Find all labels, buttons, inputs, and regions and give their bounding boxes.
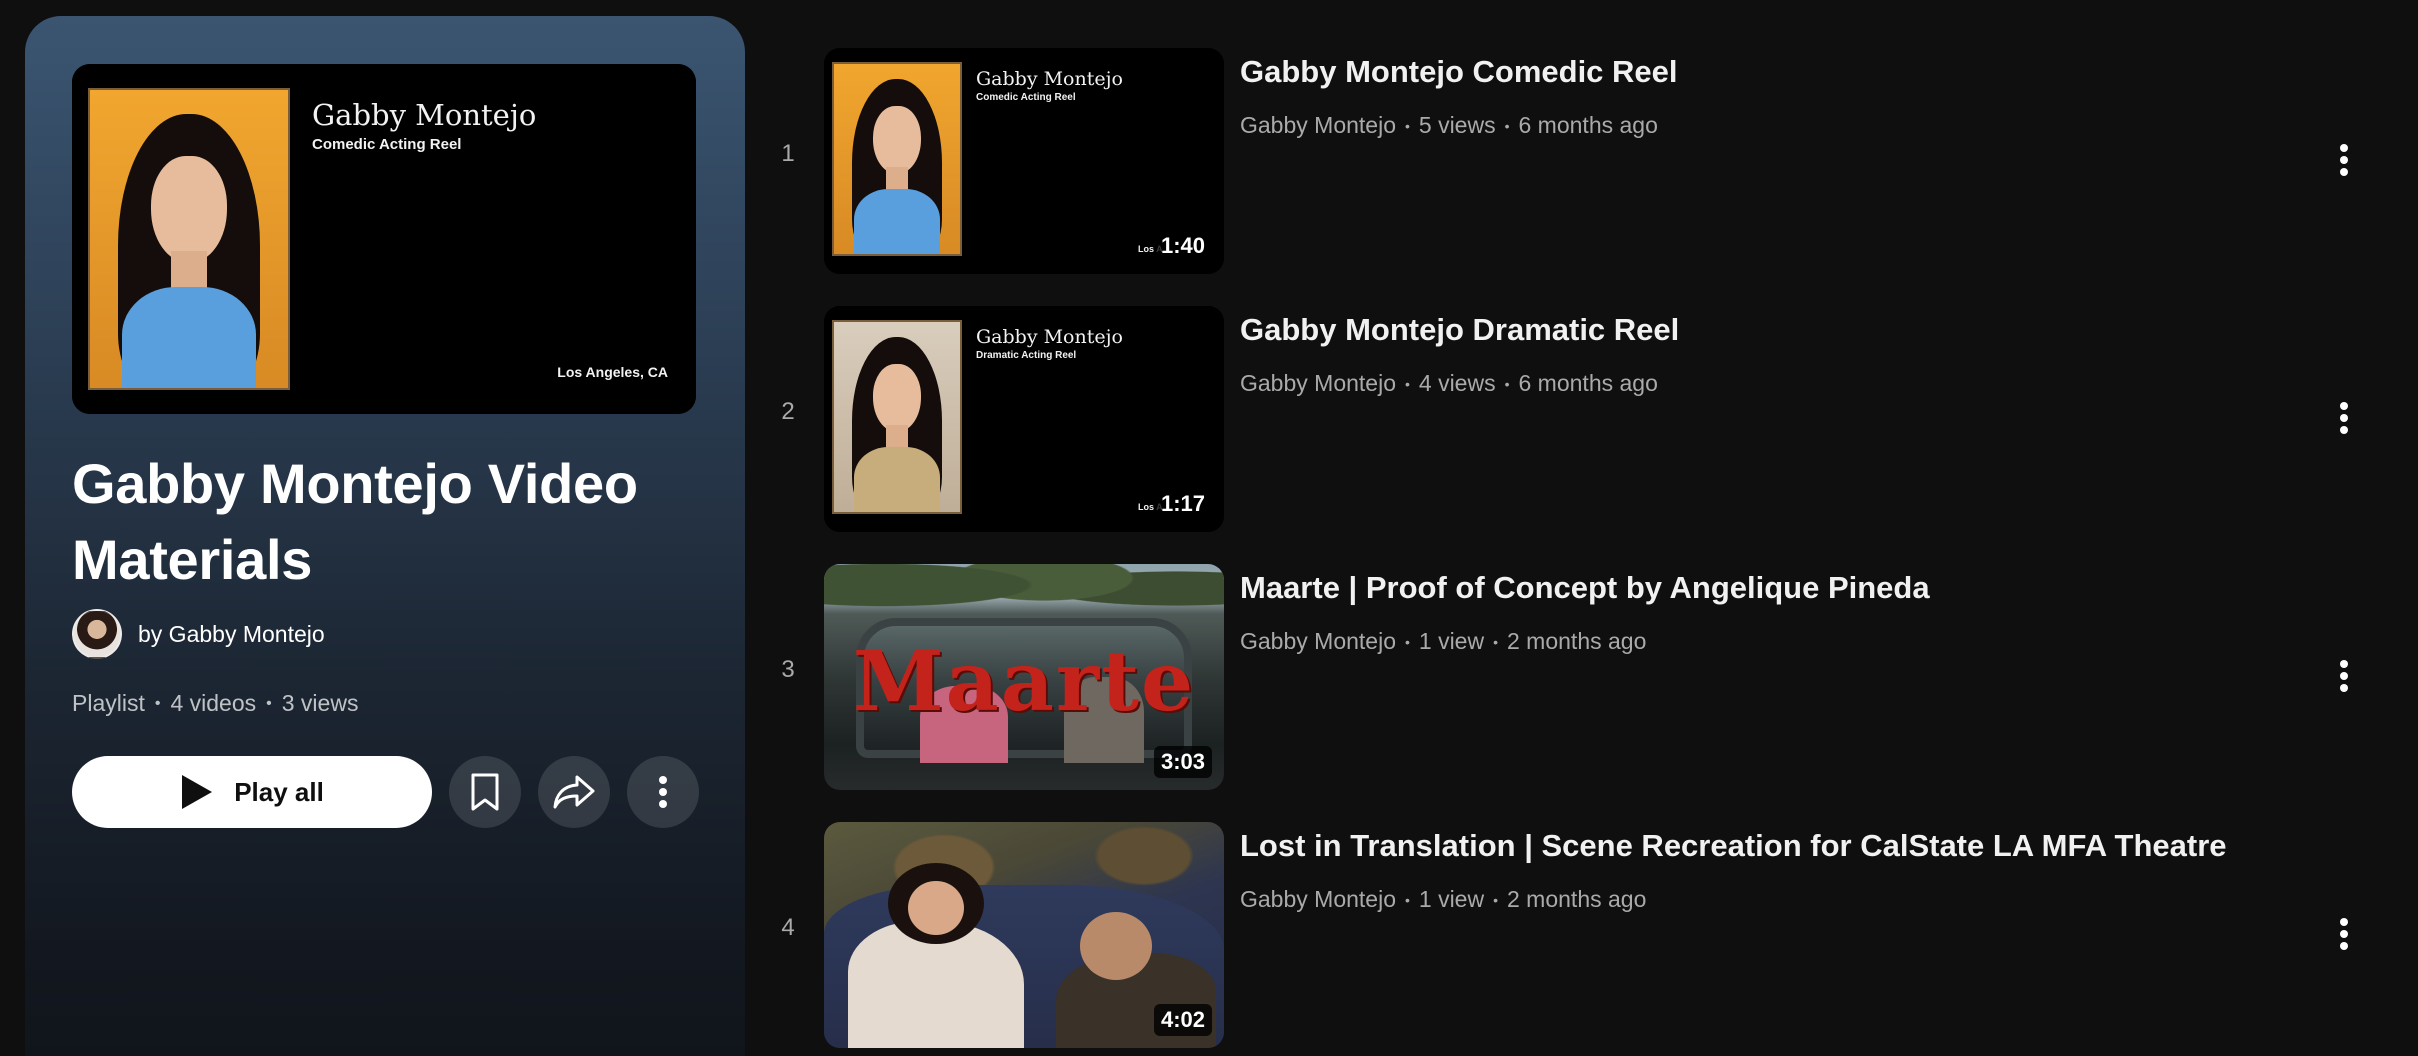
more-actions-button[interactable] bbox=[627, 756, 699, 828]
playlist-item[interactable]: 1 Gabby Montejo Comedic Acting Reel Los … bbox=[770, 48, 2390, 276]
separator-dot: • bbox=[1404, 633, 1410, 650]
thumbnail-card: Gabby Montejo Comedic Acting Reel Los An… bbox=[72, 64, 696, 414]
video-menu-button[interactable] bbox=[2326, 910, 2362, 958]
separator-dot: • bbox=[1493, 891, 1498, 908]
separator-dot: • bbox=[1404, 891, 1410, 908]
channel-name[interactable]: Gabby Montejo bbox=[1240, 886, 1396, 913]
video-title[interactable]: Maarte | Proof of Concept by Angelique P… bbox=[1240, 568, 2290, 608]
more-vertical-icon bbox=[2340, 402, 2348, 434]
playlist-meta: Playlist • 4 videos • 3 views bbox=[72, 690, 358, 717]
item-index: 2 bbox=[781, 398, 795, 425]
playlist-title: Gabby Montejo Video Materials bbox=[72, 452, 638, 591]
video-menu-button[interactable] bbox=[2326, 652, 2362, 700]
thumbnail-name: Gabby Montejo bbox=[976, 326, 1123, 348]
upload-age: 2 months ago bbox=[1507, 628, 1647, 654]
playlist-item[interactable]: 2 Gabby Montejo Dramatic Acting Reel Los… bbox=[770, 306, 2390, 534]
more-vertical-icon bbox=[2340, 144, 2348, 176]
channel-name[interactable]: Gabby Montejo bbox=[1240, 112, 1396, 139]
video-title[interactable]: Gabby Montejo Dramatic Reel bbox=[1240, 310, 2290, 350]
video-thumbnail[interactable]: Gabby Montejo Comedic Acting Reel Los A … bbox=[824, 48, 1224, 274]
channel-name[interactable]: Gabby Montejo bbox=[1240, 628, 1396, 655]
thumbnail-subtitle: Comedic Acting Reel bbox=[976, 92, 1076, 103]
play-all-label: Play all bbox=[234, 776, 324, 807]
separator-dot: • bbox=[1504, 117, 1510, 134]
upload-age: 6 months ago bbox=[1518, 112, 1658, 138]
item-index: 4 bbox=[781, 914, 795, 941]
owner-name[interactable]: by Gabby Montejo bbox=[138, 621, 325, 648]
play-all-button[interactable]: Play all bbox=[72, 756, 432, 828]
video-meta: Gabby Montejo • 1 view • 2 months ago bbox=[1240, 628, 1646, 655]
thumbnail-location: Los Angeles, CA bbox=[557, 364, 668, 380]
view-count: 1 view bbox=[1418, 628, 1485, 654]
thumbnail-subtitle: Comedic Acting Reel bbox=[312, 136, 462, 153]
separator-dot: • bbox=[154, 694, 161, 712]
avatar[interactable] bbox=[72, 609, 122, 659]
video-duration: 3:03 bbox=[1153, 746, 1212, 778]
view-count: 4 views bbox=[1418, 370, 1496, 396]
separator-dot: • bbox=[1504, 375, 1510, 392]
video-thumbnail[interactable]: Gabby Montejo Dramatic Acting Reel Los A… bbox=[824, 306, 1224, 532]
video-meta: Gabby Montejo • 1 view • 2 months ago bbox=[1240, 886, 1646, 913]
thumbnail-title-text: Maarte bbox=[852, 634, 1196, 730]
video-duration: 1:40 bbox=[1153, 230, 1212, 262]
separator-dot: • bbox=[1404, 375, 1410, 392]
item-index: 3 bbox=[781, 656, 795, 683]
video-title[interactable]: Lost in Translation | Scene Recreation f… bbox=[1240, 826, 2290, 866]
save-playlist-button[interactable] bbox=[449, 756, 521, 828]
more-vertical-icon bbox=[659, 776, 667, 808]
share-icon bbox=[553, 775, 595, 809]
separator-dot: • bbox=[1493, 633, 1498, 650]
upload-age: 2 months ago bbox=[1507, 886, 1647, 912]
channel-name[interactable]: Gabby Montejo bbox=[1240, 370, 1396, 397]
playlist-header-panel: Gabby Montejo Comedic Acting Reel Los An… bbox=[25, 16, 745, 1056]
play-icon bbox=[182, 775, 213, 809]
upload-age: 6 months ago bbox=[1518, 370, 1658, 396]
video-menu-button[interactable] bbox=[2326, 136, 2362, 184]
video-duration: 4:02 bbox=[1153, 1004, 1212, 1036]
separator-dot: • bbox=[266, 694, 272, 712]
more-vertical-icon bbox=[2340, 918, 2348, 950]
playlist-item[interactable]: 4 4:02 Lost in Translation | Scene Recre… bbox=[770, 822, 2390, 1050]
playlist-video-count: 4 videos bbox=[170, 690, 257, 716]
item-index: 1 bbox=[781, 140, 795, 167]
playlist-type: Playlist bbox=[72, 690, 145, 716]
playlist-owner[interactable]: by Gabby Montejo bbox=[72, 608, 325, 660]
video-menu-button[interactable] bbox=[2326, 394, 2362, 442]
video-meta: Gabby Montejo • 5 views • 6 months ago bbox=[1240, 112, 1658, 139]
headshot-photo bbox=[88, 88, 290, 390]
video-meta: Gabby Montejo • 4 views • 6 months ago bbox=[1240, 370, 1658, 397]
thumbnail-subtitle: Dramatic Acting Reel bbox=[976, 350, 1077, 361]
bookmark-icon bbox=[471, 773, 499, 811]
video-thumbnail[interactable]: Maarte 3:03 bbox=[824, 564, 1224, 790]
playlist-thumbnail[interactable]: Gabby Montejo Comedic Acting Reel Los An… bbox=[72, 64, 696, 414]
playlist-item[interactable]: 3 Maarte 3:03 Maarte | Proof of Concept … bbox=[770, 564, 2390, 792]
view-count: 5 views bbox=[1418, 112, 1496, 138]
headshot-photo bbox=[832, 320, 962, 514]
separator-dot: • bbox=[1404, 117, 1410, 134]
more-vertical-icon bbox=[2340, 660, 2348, 692]
video-thumbnail[interactable]: 4:02 bbox=[824, 822, 1224, 1048]
share-button[interactable] bbox=[538, 756, 610, 828]
playlist-page: Gabby Montejo Comedic Acting Reel Los An… bbox=[0, 0, 2418, 1056]
view-count: 1 view bbox=[1418, 886, 1485, 912]
thumbnail-name: Gabby Montejo bbox=[976, 68, 1123, 90]
playlist-actions: Play all bbox=[72, 756, 699, 828]
playlist-views: 3 views bbox=[281, 690, 359, 716]
video-duration: 1:17 bbox=[1153, 488, 1212, 520]
video-title[interactable]: Gabby Montejo Comedic Reel bbox=[1240, 52, 2290, 92]
headshot-photo bbox=[832, 62, 962, 256]
thumbnail-name: Gabby Montejo bbox=[312, 98, 537, 132]
